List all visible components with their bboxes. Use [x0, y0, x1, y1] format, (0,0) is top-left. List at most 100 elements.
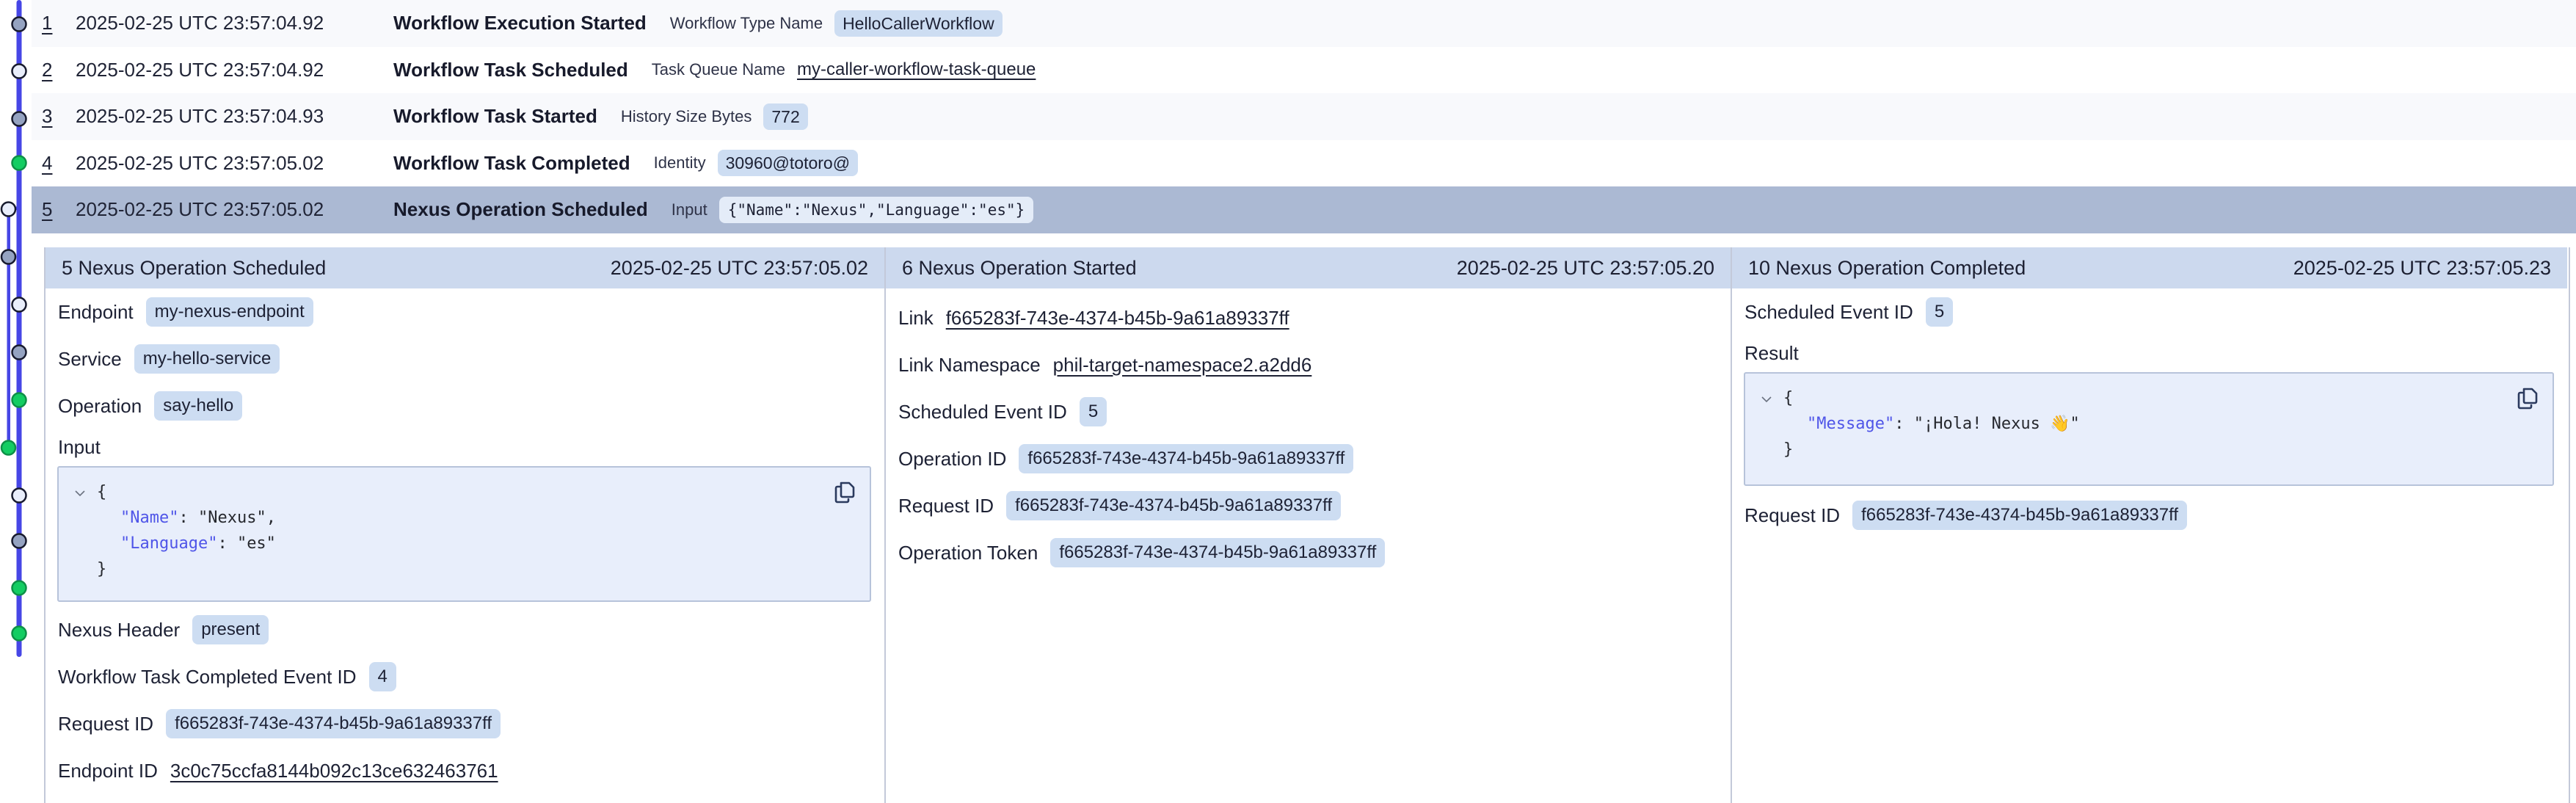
timeline-node-6: [1, 250, 15, 264]
timeline-node-4: [12, 156, 26, 170]
event-timestamp: 2025-02-25 UTC 23:57:05.02: [76, 198, 393, 221]
field-value-badge: my-nexus-endpoint: [146, 297, 313, 327]
chevron-down-icon[interactable]: [1761, 385, 1783, 411]
event-name: Workflow Task Started: [393, 105, 597, 128]
field-label: Request ID: [898, 495, 994, 517]
event-timestamp: 2025-02-25 UTC 23:57:05.02: [76, 152, 393, 175]
field-label: Result: [1744, 342, 1799, 365]
field-value-badge: say-hello: [154, 391, 242, 421]
panel-title: 6 Nexus Operation Started: [902, 257, 1137, 280]
event-input-json-badge: {"Name":"Nexus","Language":"es"}: [719, 197, 1034, 223]
link-namespace-link[interactable]: phil-target-namespace2.a2dd6: [1053, 354, 1312, 377]
panel-header: 6 Nexus Operation Started 2025-02-25 UTC…: [886, 247, 1731, 288]
event-group-detail-panels: 5 Nexus Operation Scheduled 2025-02-25 U…: [44, 247, 2570, 803]
timeline-node-5: [1, 203, 15, 217]
field-value-badge: 4: [369, 662, 396, 691]
result-json-viewer: { "Message": "¡Hola! Nexus 👋" }: [1744, 372, 2554, 486]
json-line: {: [1761, 385, 2538, 411]
timeline-node-2: [12, 65, 26, 79]
event-field-label: Workflow Type Name: [670, 14, 823, 33]
event-timestamp: 2025-02-25 UTC 23:57:04.93: [76, 105, 393, 128]
event-id-link[interactable]: 3: [42, 105, 76, 128]
endpoint-id-link[interactable]: 3c0c75ccfa8144b092c13ce632463761: [170, 760, 498, 782]
panel-body: Endpoint my-nexus-endpoint Service my-he…: [46, 288, 884, 794]
field-value-badge: f665283f-743e-4374-b45b-9a61a89337ff: [166, 709, 501, 738]
panel-nexus-operation-scheduled: 5 Nexus Operation Scheduled 2025-02-25 U…: [46, 247, 884, 803]
field-endpoint-id: Endpoint ID 3c0c75ccfa8144b092c13ce63246…: [46, 747, 884, 794]
field-label: Endpoint ID: [58, 760, 158, 782]
event-name: Workflow Execution Started: [393, 12, 647, 34]
task-queue-link[interactable]: my-caller-workflow-task-queue: [797, 59, 1036, 80]
json-line: "Message": "¡Hola! Nexus 👋": [1761, 411, 2538, 437]
event-name: Workflow Task Completed: [393, 152, 630, 175]
field-request-id: Request ID f665283f-743e-4374-b45b-9a61a…: [1732, 492, 2567, 539]
event-history-timeline-graph: [0, 0, 32, 803]
field-value-badge: my-hello-service: [134, 344, 280, 374]
panel-nexus-operation-completed: 10 Nexus Operation Completed 2025-02-25 …: [1731, 247, 2567, 803]
link-uuid-link[interactable]: f665283f-743e-4374-b45b-9a61a89337ff: [946, 307, 1289, 330]
event-row-2[interactable]: 2 2025-02-25 UTC 23:57:04.92 Workflow Ta…: [32, 47, 2576, 94]
field-label: Scheduled Event ID: [1744, 301, 1913, 324]
json-line: "Language": "es": [75, 531, 855, 556]
field-request-id: Request ID f665283f-743e-4374-b45b-9a61a…: [886, 482, 1731, 529]
json-line: {: [75, 479, 855, 505]
field-label: Link Namespace: [898, 354, 1041, 377]
field-operation: Operation say-hello: [46, 382, 884, 429]
field-workflow-task-completed-event-id: Workflow Task Completed Event ID 4: [46, 653, 884, 700]
field-service: Service my-hello-service: [46, 335, 884, 382]
event-field-value-badge: 30960@totoro@: [718, 150, 858, 176]
field-label: Operation: [58, 395, 142, 418]
event-id-link[interactable]: 1: [42, 12, 76, 34]
field-value-badge: f665283f-743e-4374-b45b-9a61a89337ff: [1019, 444, 1353, 473]
event-id-link[interactable]: 2: [42, 59, 76, 81]
event-row-5-selected[interactable]: 5 2025-02-25 UTC 23:57:05.02 Nexus Opera…: [32, 186, 2576, 233]
timeline-node-10: [1, 441, 15, 455]
field-value-badge: f665283f-743e-4374-b45b-9a61a89337ff: [1852, 501, 2187, 530]
field-label: Request ID: [58, 713, 153, 735]
field-value-badge: f665283f-743e-4374-b45b-9a61a89337ff: [1050, 538, 1385, 567]
field-link-namespace: Link Namespace phil-target-namespace2.a2…: [886, 341, 1731, 388]
event-id-link[interactable]: 4: [42, 152, 76, 175]
panel-timestamp: 2025-02-25 UTC 23:57:05.20: [1457, 257, 1714, 280]
field-label: Link: [898, 307, 934, 330]
json-line: "Name": "Nexus",: [75, 505, 855, 531]
timeline-node-8: [12, 346, 26, 360]
event-field-label: Input: [672, 200, 707, 219]
panel-timestamp: 2025-02-25 UTC 23:57:05.23: [2293, 257, 2551, 280]
field-label: Endpoint: [58, 301, 134, 324]
event-name: Workflow Task Scheduled: [393, 59, 628, 81]
event-field-label: Task Queue Name: [652, 60, 785, 79]
timeline-node-12: [12, 534, 26, 548]
copy-icon[interactable]: [2514, 385, 2541, 412]
json-line: }: [75, 556, 855, 582]
field-label: Workflow Task Completed Event ID: [58, 666, 357, 688]
field-label: Operation ID: [898, 448, 1006, 470]
copy-icon[interactable]: [832, 479, 858, 506]
panel-nexus-operation-started: 6 Nexus Operation Started 2025-02-25 UTC…: [884, 247, 1731, 803]
field-result-label: Result: [1732, 335, 2567, 371]
json-line: }: [1761, 437, 2538, 462]
field-input-label: Input: [46, 429, 884, 465]
event-field-label: Identity: [654, 153, 706, 172]
event-row-1[interactable]: 1 2025-02-25 UTC 23:57:04.92 Workflow Ex…: [32, 0, 2576, 47]
field-label: Request ID: [1744, 504, 1840, 527]
panel-title: 5 Nexus Operation Scheduled: [62, 257, 326, 280]
timeline-node-7: [12, 298, 26, 312]
timeline-node-1: [12, 18, 26, 32]
event-row-3[interactable]: 3 2025-02-25 UTC 23:57:04.93 Workflow Ta…: [32, 93, 2576, 140]
timeline-branch-line: [7, 209, 11, 449]
event-field-value-badge: 772: [763, 103, 807, 130]
field-label: Operation Token: [898, 542, 1038, 564]
field-value-badge: present: [192, 615, 269, 644]
field-nexus-header: Nexus Header present: [46, 606, 884, 653]
field-request-id: Request ID f665283f-743e-4374-b45b-9a61a…: [46, 700, 884, 747]
event-row-4[interactable]: 4 2025-02-25 UTC 23:57:05.02 Workflow Ta…: [32, 140, 2576, 187]
input-json-viewer: { "Name": "Nexus", "Language": "es" }: [57, 466, 871, 602]
event-id-link[interactable]: 5: [42, 198, 76, 221]
panel-title: 10 Nexus Operation Completed: [1748, 257, 2026, 280]
field-label: Nexus Header: [58, 619, 180, 642]
field-operation-token: Operation Token f665283f-743e-4374-b45b-…: [886, 529, 1731, 576]
chevron-down-icon[interactable]: [75, 479, 97, 505]
timeline-node-13: [12, 581, 26, 595]
field-operation-id: Operation ID f665283f-743e-4374-b45b-9a6…: [886, 435, 1731, 482]
